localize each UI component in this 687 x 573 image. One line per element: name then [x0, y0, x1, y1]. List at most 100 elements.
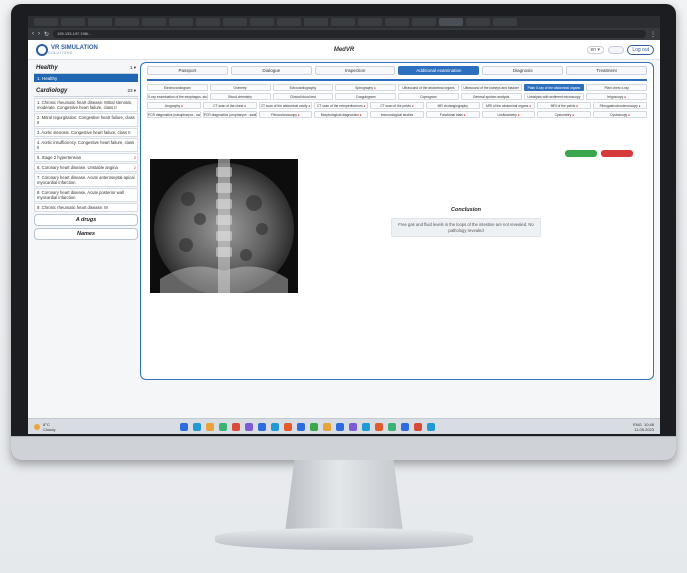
reject-button[interactable]: [601, 150, 633, 157]
tab-inspection[interactable]: Inspection: [314, 66, 396, 75]
taskbar-app-icon[interactable]: [414, 423, 422, 431]
weather-widget[interactable]: 8°C Cloudy: [34, 422, 55, 432]
taskbar-app-icon[interactable]: [336, 423, 344, 431]
forward-icon[interactable]: ›: [38, 31, 40, 37]
exam-subtab[interactable]: Urography ●: [147, 102, 201, 109]
sidebar-item-diagnosis[interactable]: 7. Coronary heart disease. Acute anteros…: [34, 173, 138, 187]
logout-button[interactable]: Log out: [627, 45, 654, 55]
language-select[interactable]: en ▾: [586, 46, 604, 54]
taskbar-app-icon[interactable]: [427, 423, 435, 431]
browser-tab[interactable]: [412, 18, 436, 26]
browser-tab[interactable]: [385, 18, 409, 26]
exam-subtab[interactable]: Ultrasound of the kidneys and bladder: [460, 84, 522, 91]
exam-subtab[interactable]: Morphological diagnostics ●: [314, 111, 369, 118]
browser-tab[interactable]: [493, 18, 517, 26]
browser-tab[interactable]: [34, 18, 58, 26]
taskbar-app-icon[interactable]: [297, 423, 305, 431]
theme-toggle[interactable]: [608, 46, 624, 54]
sidebar-item-diagnosis[interactable]: 9. Chronic rheumatic heart disease: M: [34, 203, 138, 212]
taskbar-app-icon[interactable]: [349, 423, 357, 431]
confirm-button[interactable]: [565, 150, 597, 157]
exam-subtab[interactable]: Cystoscopy ●: [593, 111, 648, 118]
exam-subtab[interactable]: Plain chest x-ray: [586, 84, 647, 91]
taskbar-app-icon[interactable]: [258, 423, 266, 431]
taskbar-app-icon[interactable]: [180, 423, 188, 431]
exam-subtab[interactable]: MRI of the pelvis ●: [537, 102, 592, 109]
exam-subtab[interactable]: CT scan of the chest ●: [202, 102, 257, 109]
taskbar-app-icon[interactable]: [245, 423, 253, 431]
sidebar-item-diagnosis[interactable]: 4. Aortic insufficiency. Congestive hear…: [34, 138, 138, 152]
browser-tab[interactable]: [331, 18, 355, 26]
exam-subtab[interactable]: Blood chemistry: [209, 93, 271, 100]
browser-tab[interactable]: [88, 18, 112, 26]
exam-subtab[interactable]: Fibrogastroduodenoscopy ●: [593, 102, 648, 109]
exam-subtab[interactable]: PCR diagnostics (oropharynx - swab) ●: [202, 111, 257, 118]
exam-subtab[interactable]: Electrocardiogram: [147, 84, 208, 91]
taskbar-app-icon[interactable]: [310, 423, 318, 431]
taskbar-app-icon[interactable]: [401, 423, 409, 431]
exam-subtab[interactable]: Coagulogram: [335, 93, 396, 100]
browser-tab[interactable]: [142, 18, 166, 26]
exam-subtab[interactable]: Plain X-ray of the abdominal organs: [523, 84, 585, 91]
system-tray[interactable]: ENG 10:48 11.05.2023: [633, 422, 654, 432]
sidebar-item-diagnosis[interactable]: 1. Chronic rheumatic heart disease: Mitr…: [34, 98, 138, 112]
taskbar-app-icon[interactable]: [271, 423, 279, 431]
names-button[interactable]: Names: [34, 228, 138, 240]
drugs-button[interactable]: A drugs: [34, 214, 138, 226]
sidebar-item-diagnosis[interactable]: 3. Aortic stenosis. Congestive heart fai…: [34, 128, 138, 137]
sidebar-item-diagnosis[interactable]: 2. Mitral regurgitation. Congestive hear…: [34, 113, 138, 127]
exam-subtab[interactable]: Cystometry ●: [537, 111, 592, 118]
tab-additional-examination[interactable]: Additional examination: [398, 66, 480, 75]
taskbar-app-icon[interactable]: [219, 423, 227, 431]
browser-tab[interactable]: [277, 18, 301, 26]
browser-tab[interactable]: [439, 18, 463, 26]
taskbar-app-icon[interactable]: [323, 423, 331, 431]
taskbar-app-icon[interactable]: [206, 423, 214, 431]
exam-subtab[interactable]: MRI of the abdominal organs ●: [481, 102, 536, 109]
taskbar-app-icon[interactable]: [232, 423, 240, 431]
exam-subtab[interactable]: MR cholangiography: [425, 102, 480, 109]
sidebar-item-diagnosis[interactable]: 5. Stage 2 hypertension 2: [34, 153, 138, 162]
section-healthy-header[interactable]: Healthy 1 ▾: [34, 62, 138, 74]
back-icon[interactable]: ‹: [32, 31, 34, 37]
sidebar-item-diagnosis[interactable]: 8. Coronary heart disease. Acute posteri…: [34, 188, 138, 202]
exam-subtab[interactable]: Coprogram: [398, 93, 459, 100]
browser-tab[interactable]: [223, 18, 247, 26]
tab-passport[interactable]: Passport: [147, 66, 228, 75]
exam-subtab[interactable]: Uroflowmetry ●: [481, 111, 536, 118]
exam-subtab[interactable]: CT scan of the abdominal cavity ●: [258, 102, 313, 109]
exam-subtab[interactable]: Spirography ●: [335, 84, 396, 91]
exam-subtab[interactable]: Oximetry: [209, 84, 271, 91]
sidebar-item-diagnosis[interactable]: 6. Coronary heart disease. Unstable angi…: [34, 163, 138, 172]
browser-tab[interactable]: [61, 18, 85, 26]
section-cardiology-header[interactable]: Cardiology 23 ▾: [34, 85, 138, 97]
exam-subtab[interactable]: Echocardiography: [272, 84, 334, 91]
menu-icon[interactable]: ⋮: [650, 31, 656, 38]
browser-tab[interactable]: [466, 18, 490, 26]
exam-subtab[interactable]: PCR diagnostics (nasopharynx - swab) ●: [147, 111, 201, 118]
browser-tab[interactable]: [250, 18, 274, 26]
exam-subtab[interactable]: Clinical blood test: [272, 93, 334, 100]
taskbar-app-icon[interactable]: [362, 423, 370, 431]
exam-subtab[interactable]: Fibrocolonoscopy ●: [258, 111, 313, 118]
exam-subtab[interactable]: Functional trials ●: [425, 111, 480, 118]
browser-tab[interactable]: [115, 18, 139, 26]
taskbar-app-icon[interactable]: [388, 423, 396, 431]
browser-tab[interactable]: [358, 18, 382, 26]
url-field[interactable]: 195.133.197.198/...: [53, 30, 646, 38]
browser-tab[interactable]: [196, 18, 220, 26]
exam-subtab[interactable]: CT scan of the pelvis ●: [370, 102, 424, 109]
tab-treatment[interactable]: Treatment: [566, 66, 647, 75]
exam-subtab[interactable]: Immunological studies: [370, 111, 424, 118]
reload-icon[interactable]: ↻: [44, 31, 49, 38]
taskbar-app-icon[interactable]: [375, 423, 383, 431]
exam-subtab[interactable]: Urinalysis with sediment microscopy: [523, 93, 585, 100]
taskbar-app-icon[interactable]: [284, 423, 292, 431]
taskbar-app-icon[interactable]: [193, 423, 201, 431]
exam-subtab[interactable]: Irrigoscopy ●: [586, 93, 647, 100]
exam-subtab[interactable]: Ultrasound of the abdominal organs: [398, 84, 459, 91]
tab-diagnosis[interactable]: Diagnosis: [482, 66, 564, 75]
tab-dialogue[interactable]: Dialogue: [230, 66, 312, 75]
exam-subtab[interactable]: General sputum analysis: [460, 93, 522, 100]
exam-subtab[interactable]: CT scan of the retroperitoneum ●: [314, 102, 369, 109]
